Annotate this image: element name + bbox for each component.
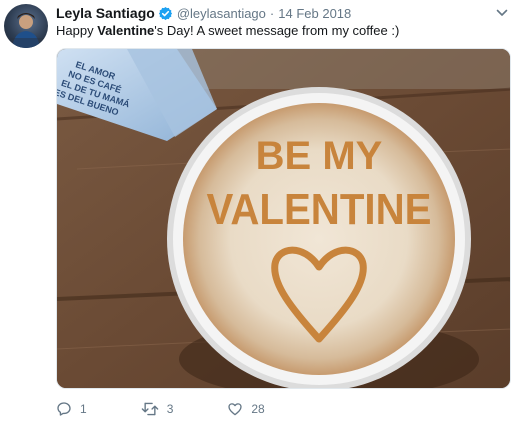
avatar-image [4, 13, 48, 48]
tweet-text-bold: Valentine [97, 23, 155, 38]
tweet-text: Happy Valentine's Day! A sweet message f… [56, 23, 399, 38]
author-handle[interactable]: @leylasantiago [177, 6, 266, 21]
latte-text-line-2: VALENTINE [207, 185, 432, 234]
avatar[interactable] [4, 4, 48, 48]
tweet-header: Leyla Santiago @leylasantiago · 14 Feb 2… [56, 4, 351, 22]
tweet-text-part: Happy [56, 23, 98, 38]
verified-badge-icon [158, 6, 173, 21]
heart-outline-icon [228, 403, 243, 416]
like-button[interactable]: 28 [227, 401, 265, 417]
like-count: 28 [251, 402, 265, 416]
coffee-cup: BE MY VALENTINE [167, 87, 471, 388]
tweet-text-part: 's Day! A sweet message from my coffee :… [154, 23, 400, 38]
latte-text-line-1: BE MY [256, 134, 383, 178]
tweet-photo[interactable]: EL AMOR NO ES CAFÉ EL DE TU MAMÁ ES DEL … [56, 48, 511, 389]
tweet: Leyla Santiago @leylasantiago · 14 Feb 2… [0, 0, 513, 422]
retweet-button[interactable]: 3 [141, 401, 174, 417]
retweet-icon [141, 402, 158, 416]
retweet-count: 3 [166, 402, 174, 416]
chevron-down-icon[interactable] [496, 8, 508, 18]
reply-icon [57, 402, 71, 416]
tweet-date[interactable]: 14 Feb 2018 [278, 6, 351, 21]
tweet-actions: 1 3 28 [56, 400, 319, 418]
reply-count: 1 [80, 402, 87, 416]
separator-dot: · [269, 5, 275, 21]
reply-button[interactable]: 1 [56, 401, 87, 417]
author-name[interactable]: Leyla Santiago [56, 5, 155, 21]
